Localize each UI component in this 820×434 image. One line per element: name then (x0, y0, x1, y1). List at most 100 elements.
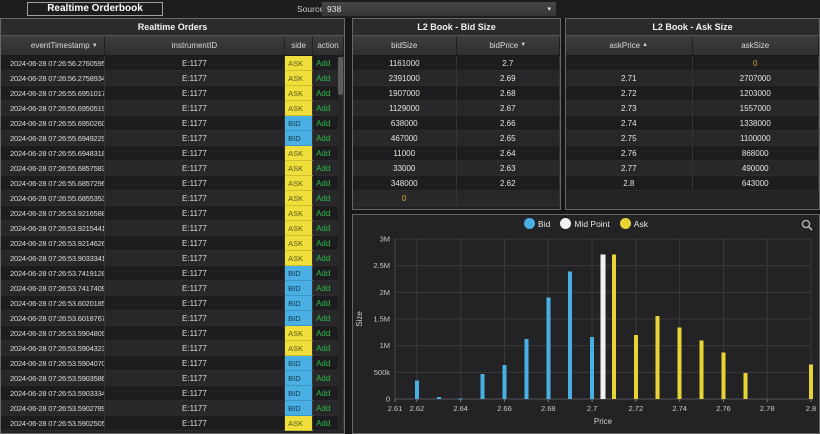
instrument-id-cell: E:1177 (104, 386, 286, 401)
column-header-action[interactable]: action (313, 36, 344, 56)
bid-bidSize-cell: 1161000 (353, 56, 457, 71)
legend-item-bid[interactable]: Bid (524, 218, 550, 229)
orders-scrollbar[interactable] (338, 57, 343, 432)
table-row[interactable]: 2024-06-28 07:26:53.590432373 E:1177 ASK Ad… (1, 341, 344, 356)
table-row[interactable]: 1161000 2.7 (353, 56, 560, 71)
legend-item-ask[interactable]: Ask (619, 218, 648, 229)
table-row[interactable]: 2024-06-28 07:26:55.685729621 E:1177 ASK Ad… (1, 176, 344, 191)
source-label: Source (297, 4, 324, 14)
table-row[interactable]: 2.77 490000 (566, 161, 819, 176)
bid-bar (436, 397, 441, 399)
table-row[interactable]: 2024-06-28 07:26:55.685535323 E:1177 ASK Ad… (1, 191, 344, 206)
side-cell: ASK (285, 161, 314, 176)
table-row[interactable]: 2024-06-28 07:26:53.602018557 E:1177 BID Ad… (1, 296, 344, 311)
bid-panel-title: L2 Book - Bid Size (353, 19, 560, 36)
x-tick-label: 2.66 (497, 404, 512, 413)
table-row[interactable]: 467000 2.65 (353, 131, 560, 146)
table-row[interactable]: 348000 2.62 (353, 176, 560, 191)
side-cell: ASK (285, 221, 314, 236)
table-row[interactable]: 2024-06-28 07:26:53.921544146 E:1177 ASK Ad… (1, 221, 344, 236)
bid-bar (524, 338, 529, 399)
x-tick-label: 2.64 (453, 404, 468, 413)
table-row[interactable]: 2024-06-28 07:26:56.276059590 E:1177 ASK Ad… (1, 56, 344, 71)
table-row[interactable]: 2024-06-28 07:26:55.694922929 E:1177 BID Ad… (1, 131, 344, 146)
magnifier-icon[interactable] (800, 218, 814, 232)
table-row[interactable]: 33000 2.63 (353, 161, 560, 176)
table-row[interactable]: 2.76 868000 (566, 146, 819, 161)
source-value: 938 (327, 4, 342, 14)
table-row[interactable]: 11000 2.64 (353, 146, 560, 161)
legend-item-mid-point[interactable]: Mid Point (560, 218, 610, 229)
event-timestamp-cell: 2024-06-28 07:26:53.741740953 (1, 281, 105, 296)
table-row[interactable]: 2024-06-28 07:26:53.741740953 E:1177 BID Ad… (1, 281, 344, 296)
y-axis-title: Size (355, 311, 364, 327)
side-cell: ASK (285, 56, 314, 71)
table-row[interactable]: 2391000 2.69 (353, 71, 560, 86)
table-row[interactable]: 2.75 1100000 (566, 131, 819, 146)
table-row[interactable]: 2024-06-28 07:26:55.695051927 E:1177 ASK Ad… (1, 101, 344, 116)
table-row[interactable]: 2024-06-28 07:26:53.601876758 E:1177 BID Ad… (1, 311, 344, 326)
x-tick-label: 2.72 (629, 404, 644, 413)
bid-bidSize-cell: 348000 (353, 176, 457, 191)
instrument-id-cell: E:1177 (104, 146, 286, 161)
bid-bar (546, 297, 551, 399)
instrument-id-cell: E:1177 (104, 251, 286, 266)
instrument-id-cell: E:1177 (104, 296, 286, 311)
orders-scrollbar-thumb[interactable] (338, 57, 343, 95)
table-row[interactable]: 2024-06-28 07:26:53.921658845 E:1177 ASK Ad… (1, 206, 344, 221)
table-row[interactable]: 2.71 2707000 (566, 71, 819, 86)
column-header-label: askSize (741, 41, 770, 50)
ask-body: 0 2.71 2707000 2.72 1203000 2.73 1557000 2.74 13… (566, 56, 819, 191)
table-row[interactable]: 2024-06-28 07:26:55.685758321 E:1177 ASK Ad… (1, 161, 344, 176)
table-row[interactable]: 2024-06-28 07:26:53.590358674 E:1177 BID Ad… (1, 371, 344, 386)
table-row[interactable]: 2024-06-28 07:26:53.590278975 E:1177 BID Ad… (1, 401, 344, 416)
ask-askSize-cell: 643000 (692, 176, 819, 191)
table-row[interactable]: 2024-06-28 07:26:55.694831829 E:1177 ASK Ad… (1, 146, 344, 161)
table-row[interactable]: 2.72 1203000 (566, 86, 819, 101)
event-timestamp-cell: 2024-06-28 07:26:53.921462647 (1, 236, 105, 251)
instrument-id-cell: E:1177 (104, 191, 286, 206)
column-header-askSize[interactable]: askSize (693, 36, 819, 55)
side-cell: BID (285, 311, 314, 326)
table-row[interactable]: 2024-06-28 07:26:55.695101727 E:1177 ASK Ad… (1, 86, 344, 101)
table-row[interactable]: 638000 2.66 (353, 116, 560, 131)
table-row[interactable]: 1129000 2.67 (353, 101, 560, 116)
column-header-bidPrice[interactable]: bidPrice ▼ (457, 36, 560, 55)
legend-dot (560, 218, 572, 229)
side-cell: BID (285, 401, 314, 416)
table-row[interactable]: 0 (353, 191, 560, 206)
depth-chart: 0 500k 1M 1.5M 2M 2.5M 3M 2.61 2.62 2.64 2.66 2.68 2… (355, 235, 816, 427)
legend-dot (524, 218, 536, 229)
table-row[interactable]: 2024-06-28 07:26:53.590250575 E:1177 ASK Ad… (1, 416, 344, 431)
bid-book-panel: L2 Book - Bid Size bidSize bidPrice ▼ 1161… (352, 18, 561, 210)
column-header-bidSize[interactable]: bidSize (353, 36, 457, 55)
table-row[interactable]: 2024-06-28 07:26:53.590333474 E:1177 BID Ad… (1, 386, 344, 401)
bid-bidPrice-cell: 2.62 (456, 176, 560, 191)
table-row[interactable]: 2.74 1338000 (566, 116, 819, 131)
ask-askSize-cell: 0 (692, 56, 819, 71)
realtime-orders-panel: Realtime Orders eventTimestamp ▼ instrumen… (0, 18, 345, 434)
table-row[interactable]: 1907000 2.68 (353, 86, 560, 101)
table-row[interactable]: 2.8 643000 (566, 176, 819, 191)
table-row[interactable]: 2024-06-28 07:26:56.275893491 E:1177 ASK Ad… (1, 71, 344, 86)
table-row[interactable]: 0 (566, 56, 819, 71)
side-cell: BID (285, 131, 314, 146)
table-row[interactable]: 2024-06-28 07:26:53.590407073 E:1177 BID Ad… (1, 356, 344, 371)
sort-desc-icon: ▼ (520, 42, 527, 48)
column-header-side[interactable]: side (285, 36, 314, 56)
event-timestamp-cell: 2024-06-28 07:26:55.695051927 (1, 101, 105, 116)
table-row[interactable]: 2024-06-28 07:26:53.921462647 E:1177 ASK Ad… (1, 236, 344, 251)
column-header-instrumentID[interactable]: instrumentID (105, 36, 286, 56)
table-row[interactable]: 2024-06-28 07:26:55.695026028 E:1177 BID Ad… (1, 116, 344, 131)
table-row[interactable]: 2024-06-28 07:26:53.741912851 E:1177 BID Ad… (1, 266, 344, 281)
event-timestamp-cell: 2024-06-28 07:26:53.590333474 (1, 386, 105, 401)
side-cell: ASK (285, 251, 314, 266)
source-dropdown[interactable]: 938 ▾ (322, 2, 556, 16)
side-cell: ASK (285, 341, 314, 356)
table-row[interactable]: 2.73 1557000 (566, 101, 819, 116)
table-row[interactable]: 2024-06-28 07:26:53.590480973 E:1177 ASK Ad… (1, 326, 344, 341)
ask-book-panel: L2 Book - Ask Size askPrice ▲ askSize 0 2.7… (565, 18, 820, 210)
table-row[interactable]: 2024-06-28 07:26:53.903334129 E:1177 ASK Ad… (1, 251, 344, 266)
column-header-askPrice[interactable]: askPrice ▲ (566, 36, 693, 55)
column-header-eventTimestamp[interactable]: eventTimestamp ▼ (1, 36, 105, 56)
